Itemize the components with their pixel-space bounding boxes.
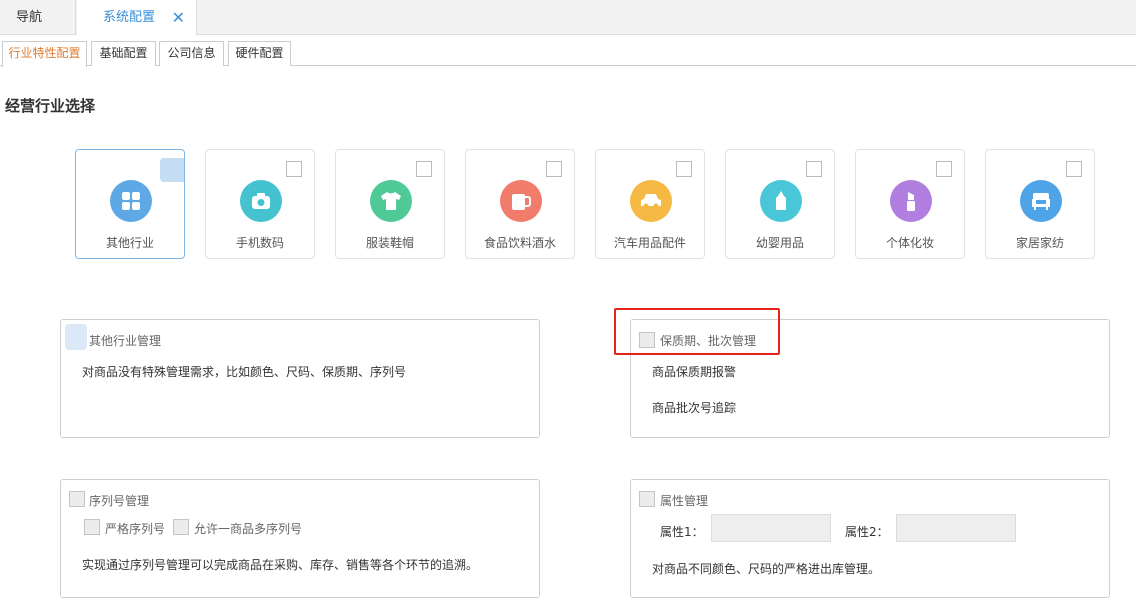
subtab-industry-features[interactable]: 行业特性配置 xyxy=(2,41,87,67)
selected-corner-icon xyxy=(160,158,184,182)
attribute1-input[interactable] xyxy=(711,514,831,542)
industry-card-food[interactable]: 食品饮料酒水 xyxy=(465,149,575,259)
industry-label: 汽车用品配件 xyxy=(613,236,686,250)
industry-label: 个体化妆 xyxy=(885,236,934,250)
camera-icon xyxy=(240,180,282,222)
attribute2-label: 属性2： xyxy=(845,525,889,539)
panel-description: 对商品不同颜色、尺码的严格进出库管理。 xyxy=(652,562,881,576)
bottle-icon xyxy=(760,180,802,222)
car-icon xyxy=(630,180,672,222)
top-tab-bar: 导航 系统配置 ✕ xyxy=(0,0,1136,36)
lipstick-icon xyxy=(890,180,932,222)
attribute2-input[interactable] xyxy=(896,514,1016,542)
industry-card-home[interactable]: 家居家纺 xyxy=(985,149,1095,259)
industry-label: 服装鞋帽 xyxy=(365,236,414,250)
multi-serial-label: 允许一商品多序列号 xyxy=(194,522,303,536)
panel-description: 实现通过序列号管理可以完成商品在采购、库存、销售等各个环节的追溯。 xyxy=(82,558,479,572)
shelf-life-alert-text: 商品保质期报警 xyxy=(652,365,737,379)
strict-serial-label: 严格序列号 xyxy=(105,522,166,536)
section-title: 经营行业选择 xyxy=(5,97,96,115)
subtab-hardware-config[interactable]: 硬件配置 xyxy=(228,41,291,66)
sub-tab-bar: 行业特性配置 基础配置 公司信息 硬件配置 xyxy=(0,41,1136,67)
industry-checkbox[interactable] xyxy=(416,161,432,177)
industry-label: 幼婴用品 xyxy=(755,236,804,250)
subtab-company-info[interactable]: 公司信息 xyxy=(159,41,224,66)
panel-attributes: 属性管理 属性1： 属性2： 对商品不同颜色、尺码的严格进出库管理。 xyxy=(630,479,1110,598)
industry-checkbox[interactable] xyxy=(1066,161,1082,177)
industry-label: 家居家纺 xyxy=(1015,236,1064,250)
industry-checkbox[interactable] xyxy=(806,161,822,177)
tab-navigation[interactable]: 导航 xyxy=(0,0,76,35)
industry-card-baby[interactable]: 幼婴用品 xyxy=(725,149,835,259)
panel-description: 对商品没有特殊管理需求，比如颜色、尺码、保质期、序列号 xyxy=(82,365,407,379)
highlight-box xyxy=(614,308,780,355)
industry-checkbox[interactable] xyxy=(546,161,562,177)
attribute1-label: 属性1： xyxy=(660,525,704,539)
tab-system-config[interactable]: 系统配置 ✕ xyxy=(77,0,197,36)
grid-icon xyxy=(110,180,152,222)
panel-title: 序列号管理 xyxy=(89,494,150,508)
industry-label: 其他行业 xyxy=(105,236,154,250)
sofa-icon xyxy=(1020,180,1062,222)
shirt-icon xyxy=(370,180,412,222)
panel-checkbox[interactable] xyxy=(639,491,655,507)
strict-serial-checkbox[interactable] xyxy=(84,519,100,535)
industry-checkbox[interactable] xyxy=(676,161,692,177)
panel-selected-marker xyxy=(65,324,87,350)
industry-checkbox[interactable] xyxy=(286,161,302,177)
panel-checkbox[interactable] xyxy=(69,491,85,507)
panel-title: 属性管理 xyxy=(660,494,709,508)
subtab-basic-config[interactable]: 基础配置 xyxy=(91,41,156,66)
batch-tracking-text: 商品批次号追踪 xyxy=(652,401,737,415)
industry-checkbox[interactable] xyxy=(936,161,952,177)
industry-card-apparel[interactable]: 服装鞋帽 xyxy=(335,149,445,259)
panel-title: 其他行业管理 xyxy=(89,334,162,348)
industry-card-cosmetics[interactable]: 个体化妆 xyxy=(855,149,965,259)
industry-label: 手机数码 xyxy=(235,236,284,250)
close-icon[interactable]: ✕ xyxy=(172,0,185,35)
panel-serial-number: 序列号管理 严格序列号 允许一商品多序列号 实现通过序列号管理可以完成商品在采购… xyxy=(60,479,540,598)
industry-card-other[interactable]: 其他行业 xyxy=(75,149,185,259)
industry-card-mobile[interactable]: 手机数码 xyxy=(205,149,315,259)
industry-label: 食品饮料酒水 xyxy=(483,236,556,250)
industry-card-auto[interactable]: 汽车用品配件 xyxy=(595,149,705,259)
mug-icon xyxy=(500,180,542,222)
tab-system-config-label: 系统配置 xyxy=(103,10,156,25)
panel-other-industry: 其他行业管理 对商品没有特殊管理需求，比如颜色、尺码、保质期、序列号 xyxy=(60,319,540,438)
multi-serial-checkbox[interactable] xyxy=(173,519,189,535)
